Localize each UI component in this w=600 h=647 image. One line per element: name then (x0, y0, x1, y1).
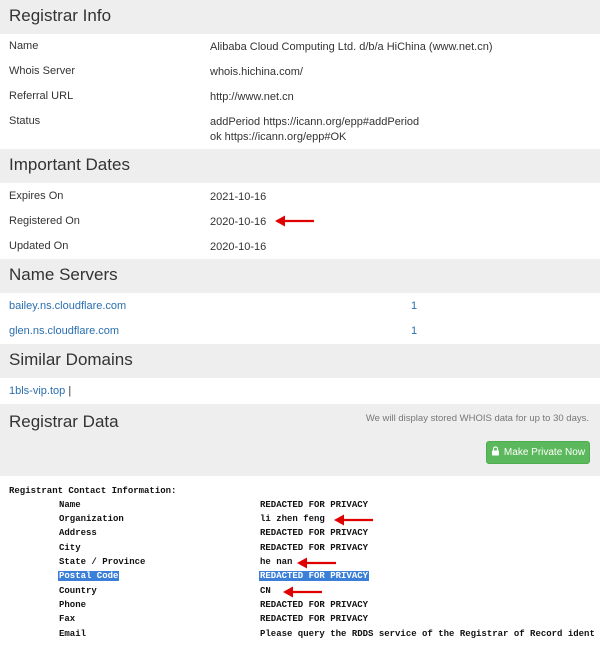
whois-key: Email (59, 629, 87, 639)
name-server-link[interactable]: glen.ns.cloudflare.com (9, 325, 119, 337)
whois-key: Phone (59, 600, 87, 610)
field-value: 2020-10-16 (210, 216, 267, 228)
field-label: Whois Server (9, 65, 76, 77)
whois-value: REDACTED FOR PRIVACY (260, 543, 369, 553)
separator: | (68, 385, 72, 397)
whois-key: Organization (59, 514, 124, 524)
whois-value: li zhen feng (260, 514, 325, 524)
whois-row: Name REDACTED FOR PRIVACY (0, 500, 600, 514)
field-value-2: ok https://icann.org/epp#OK (210, 131, 347, 143)
whois-value: REDACTED FOR PRIVACY (260, 600, 369, 610)
field-value: 2021-10-16 (210, 191, 267, 203)
whois-row: Fax REDACTED FOR PRIVACY (0, 614, 600, 628)
similar-domain-link[interactable]: 1bls-vip.top (9, 385, 65, 397)
whois-key: Address (59, 528, 97, 538)
field-value: http://www.net.cn (210, 91, 294, 103)
field-label: Referral URL (9, 90, 74, 102)
whois-value: REDACTED FOR PRIVACY (259, 571, 370, 581)
field-value: 2020-10-16 (210, 241, 267, 253)
whois-row: Address REDACTED FOR PRIVACY (0, 528, 600, 542)
whois-row: Email Please query the RDDS service of t… (0, 629, 600, 643)
important-dates-title: Important Dates (9, 155, 130, 174)
field-label: Expires On (9, 190, 64, 202)
whois-value: he nan (260, 557, 293, 567)
whois-value: REDACTED FOR PRIVACY (260, 528, 369, 538)
important-dates-header: Important Dates (0, 149, 600, 183)
registrar-info-header: Registrar Info (0, 0, 600, 34)
field-value: addPeriod https://icann.org/epp#addPerio… (210, 116, 420, 128)
make-private-label: Make Private Now (503, 447, 586, 458)
annotation-arrow-icon (283, 586, 322, 598)
retention-note: We will display stored WHOIS data for up… (365, 413, 589, 424)
name-server-count[interactable]: 1 (411, 300, 417, 312)
whois-row: Phone REDACTED FOR PRIVACY (0, 600, 600, 614)
name-servers-header: Name Servers (0, 259, 600, 293)
whois-key: Name (59, 500, 81, 510)
similar-domains-title: Similar Domains (9, 350, 133, 369)
whois-key: Fax (59, 614, 76, 624)
whois-heading: Registrant Contact Information: (9, 486, 177, 496)
similar-domains-header: Similar Domains (0, 344, 600, 378)
field-label: Updated On (9, 240, 69, 252)
whois-value: REDACTED FOR PRIVACY (260, 614, 369, 624)
whois-value: CN (260, 586, 271, 596)
whois-key: Country (59, 586, 97, 596)
field-value: whois.hichina.com/ (210, 66, 303, 78)
lock-icon (491, 446, 500, 459)
whois-row: Organization li zhen feng (0, 514, 600, 528)
annotation-arrow-icon (334, 514, 373, 526)
whois-row: Postal Code REDACTED FOR PRIVACY (0, 571, 600, 585)
make-private-button[interactable]: Make Private Now (486, 441, 590, 464)
whois-key: Postal Code (58, 571, 120, 581)
registrar-info-title: Registrar Info (9, 6, 112, 25)
field-label: Registered On (9, 215, 80, 227)
name-servers-title: Name Servers (9, 265, 118, 284)
whois-value: Please query the RDDS service of the Reg… (260, 629, 595, 639)
name-server-count[interactable]: 1 (411, 325, 417, 337)
whois-key: State / Province (59, 557, 146, 567)
field-label: Name (9, 40, 39, 52)
whois-row: City REDACTED FOR PRIVACY (0, 543, 600, 557)
name-server-link[interactable]: bailey.ns.cloudflare.com (9, 300, 126, 312)
whois-key: City (59, 543, 81, 553)
annotation-arrow-icon (275, 215, 314, 227)
field-label: Status (9, 115, 41, 127)
whois-value: REDACTED FOR PRIVACY (260, 500, 369, 510)
registrar-data-title: Registrar Data (9, 412, 119, 431)
field-value: Alibaba Cloud Computing Ltd. d/b/a HiChi… (210, 41, 493, 53)
annotation-arrow-icon (297, 557, 336, 569)
